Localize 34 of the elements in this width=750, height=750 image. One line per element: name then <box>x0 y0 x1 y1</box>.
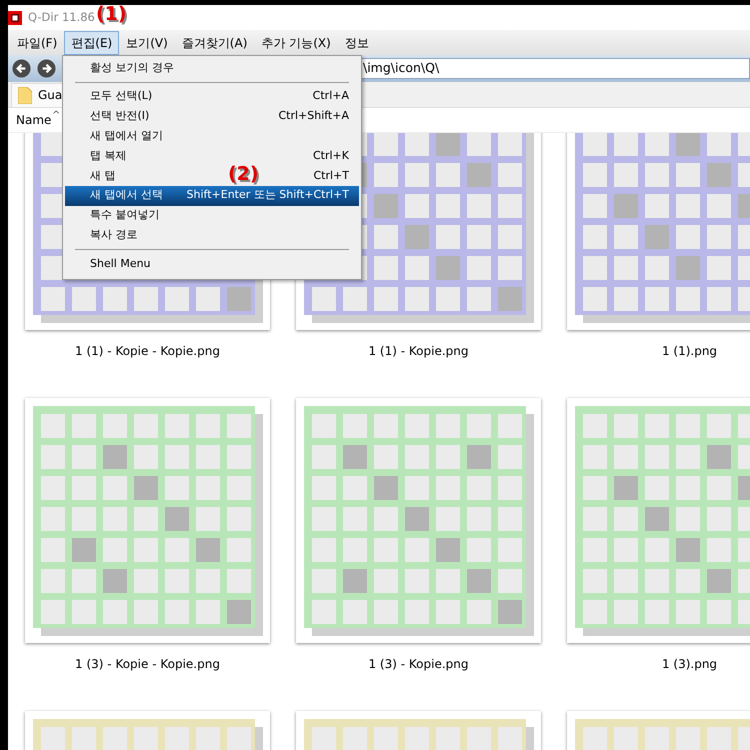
file-name: 1 (1) - Kopie - Kopie.png <box>74 343 221 360</box>
menu-bar-item[interactable]: 추가 기능(X) <box>254 30 338 54</box>
menu-item[interactable]: 탭 복제 <box>90 148 126 164</box>
menu-bar-item[interactable]: 편집(E) <box>64 30 120 54</box>
menu-item[interactable]: Shell Menu <box>90 256 151 272</box>
menu-item[interactable]: 특수 붙여넣기 <box>90 207 160 224</box>
menu-bar-item[interactable]: 정보 <box>338 30 376 54</box>
shortcut-text: Ctrl+Shift+A <box>278 108 349 124</box>
shortcut-text: Ctrl+T <box>313 168 349 184</box>
menu-item[interactable]: 새 탭에서 열기 <box>90 128 163 145</box>
annotation-label: (1) <box>96 5 127 24</box>
file-name: 1 (1).png <box>660 343 718 360</box>
back-button[interactable] <box>12 59 31 78</box>
menu-item[interactable]: 모두 선택(L) <box>90 88 152 105</box>
menu-bar-item[interactable]: 즐겨찾기(A) <box>174 30 254 54</box>
shortcut-text: Ctrl+A <box>312 88 349 104</box>
file-name: 1 (3).png <box>660 656 718 673</box>
menu-item[interactable]: 활성 보기의 경우 <box>90 60 174 76</box>
menu-item[interactable]: 복사 경로 <box>90 227 138 244</box>
file-name: 1 (1) - Kopie.png <box>367 343 470 360</box>
menu-item[interactable]: 새 탭 <box>90 168 116 184</box>
sort-indicator: ^ <box>52 109 60 123</box>
menu-bar-item[interactable]: 파일(F) <box>10 30 64 54</box>
file-name: 1 (3) - Kopie - Kopie.png <box>74 656 221 673</box>
forward-button[interactable] <box>37 59 56 78</box>
window-title: Q-Dir 11.86 <box>28 8 95 26</box>
menu-item[interactable]: 선택 반전(I) <box>90 108 150 125</box>
menu-item[interactable]: 새 탭에서 선택 Shift+Enter 또는 Shift+Ctrl+T <box>65 186 359 206</box>
menu-bar-item[interactable]: 보기(V) <box>119 30 175 54</box>
folder-icon <box>18 86 32 104</box>
annotation-label: (2) <box>228 165 259 184</box>
shortcut-text: Ctrl+K <box>312 148 349 164</box>
name-column-header[interactable]: Name <box>16 111 52 129</box>
file-name: 1 (3) - Kopie.png <box>367 656 470 673</box>
